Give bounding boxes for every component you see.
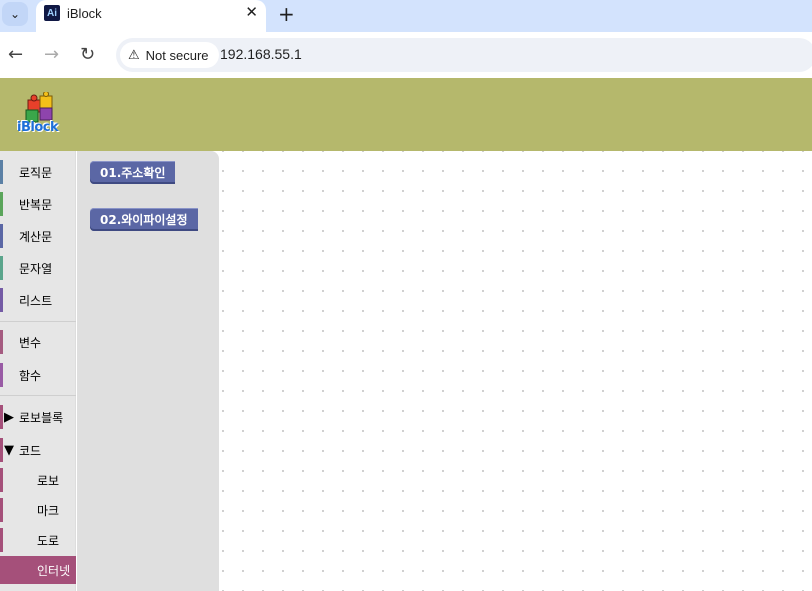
address-bar[interactable]: ⚠ Not secure 192.168.55.1 bbox=[116, 38, 812, 72]
toolbox: 로직문 반복문 계산문 문자열 리스트 변수 함수 ▶ 로보블록 ▼ 코드 로보 마… bbox=[0, 151, 76, 591]
url-text[interactable]: 192.168.55.1 bbox=[220, 46, 302, 62]
category-functions[interactable]: 함수 bbox=[0, 361, 76, 389]
category-color-bar bbox=[0, 160, 3, 184]
browser-toolbar: ← → ↻ ⚠ Not secure 192.168.55.1 bbox=[0, 32, 812, 78]
category-logic[interactable]: 로직문 bbox=[0, 158, 76, 186]
category-color-bar bbox=[0, 192, 3, 216]
browser-tab[interactable]: Ai iBlock ✕ bbox=[36, 0, 266, 32]
tab-title: iBlock bbox=[67, 6, 102, 21]
category-label: 계산문 bbox=[19, 229, 53, 244]
logo-text: iBlock bbox=[17, 120, 59, 135]
category-label: 로보 bbox=[37, 473, 60, 488]
toolbox-separator bbox=[0, 395, 76, 396]
block-wifi-setup[interactable]: 02.와이파이설정 bbox=[90, 208, 198, 231]
reload-icon[interactable]: ↻ bbox=[80, 44, 95, 65]
app-header: iBlock bbox=[0, 78, 812, 151]
category-code[interactable]: ▼ 코드 bbox=[0, 436, 76, 464]
category-color-bar bbox=[0, 528, 3, 552]
favicon-icon: Ai bbox=[44, 5, 60, 21]
category-lists[interactable]: 리스트 bbox=[0, 286, 76, 314]
security-chip[interactable]: ⚠ Not secure bbox=[120, 42, 219, 68]
category-label: 로보블록 bbox=[19, 410, 64, 425]
subcategory-mark[interactable]: 마크 bbox=[0, 496, 76, 524]
category-label: 함수 bbox=[19, 368, 42, 383]
category-color-bar bbox=[0, 288, 3, 312]
category-label: 변수 bbox=[19, 335, 42, 350]
subcategory-internet[interactable]: 인터넷 bbox=[0, 556, 76, 584]
category-label: 마크 bbox=[37, 503, 60, 518]
tab-strip: ⌄ Ai iBlock ✕ + bbox=[0, 0, 812, 32]
block-address-check[interactable]: 01.주소확인 bbox=[90, 161, 176, 184]
category-loops[interactable]: 반복문 bbox=[0, 190, 76, 218]
category-color-bar bbox=[0, 330, 3, 354]
toolbox-separator bbox=[0, 321, 76, 322]
close-icon[interactable]: ✕ bbox=[245, 3, 258, 21]
new-tab-button[interactable]: + bbox=[278, 2, 295, 26]
forward-arrow-icon[interactable]: → bbox=[44, 44, 59, 65]
category-color-bar bbox=[0, 224, 3, 248]
security-label: Not secure bbox=[145, 47, 209, 63]
category-label: 리스트 bbox=[19, 293, 53, 308]
subcategory-road[interactable]: 도로 bbox=[0, 526, 76, 554]
block-flyout: 01.주소확인 02.와이파이설정 bbox=[77, 151, 219, 591]
category-label: 로직문 bbox=[19, 165, 53, 180]
chevron-down-icon: ⌄ bbox=[9, 7, 21, 21]
category-label: 문자열 bbox=[19, 261, 53, 276]
category-variables[interactable]: 변수 bbox=[0, 328, 76, 356]
category-math[interactable]: 계산문 bbox=[0, 222, 76, 250]
category-color-bar bbox=[0, 498, 3, 522]
category-roboblock[interactable]: ▶ 로보블록 bbox=[0, 403, 76, 431]
category-label: 코드 bbox=[19, 443, 42, 458]
category-color-bar bbox=[0, 405, 3, 429]
warning-icon: ⚠ bbox=[128, 47, 140, 62]
category-color-bar bbox=[0, 363, 3, 387]
tab-search-button[interactable]: ⌄ bbox=[2, 2, 28, 26]
expand-arrow-icon[interactable]: ▶ bbox=[4, 410, 14, 425]
category-text[interactable]: 문자열 bbox=[0, 254, 76, 282]
category-color-bar bbox=[0, 438, 3, 462]
back-arrow-icon[interactable]: ← bbox=[8, 44, 23, 65]
app-logo: iBlock bbox=[14, 91, 68, 138]
category-color-bar bbox=[0, 468, 3, 492]
collapse-arrow-icon[interactable]: ▼ bbox=[4, 443, 14, 458]
category-label: 도로 bbox=[37, 533, 60, 548]
subcategory-robo[interactable]: 로보 bbox=[0, 466, 76, 494]
category-label: 인터넷 bbox=[37, 563, 71, 578]
category-color-bar bbox=[0, 256, 3, 280]
category-label: 반복문 bbox=[19, 197, 53, 212]
